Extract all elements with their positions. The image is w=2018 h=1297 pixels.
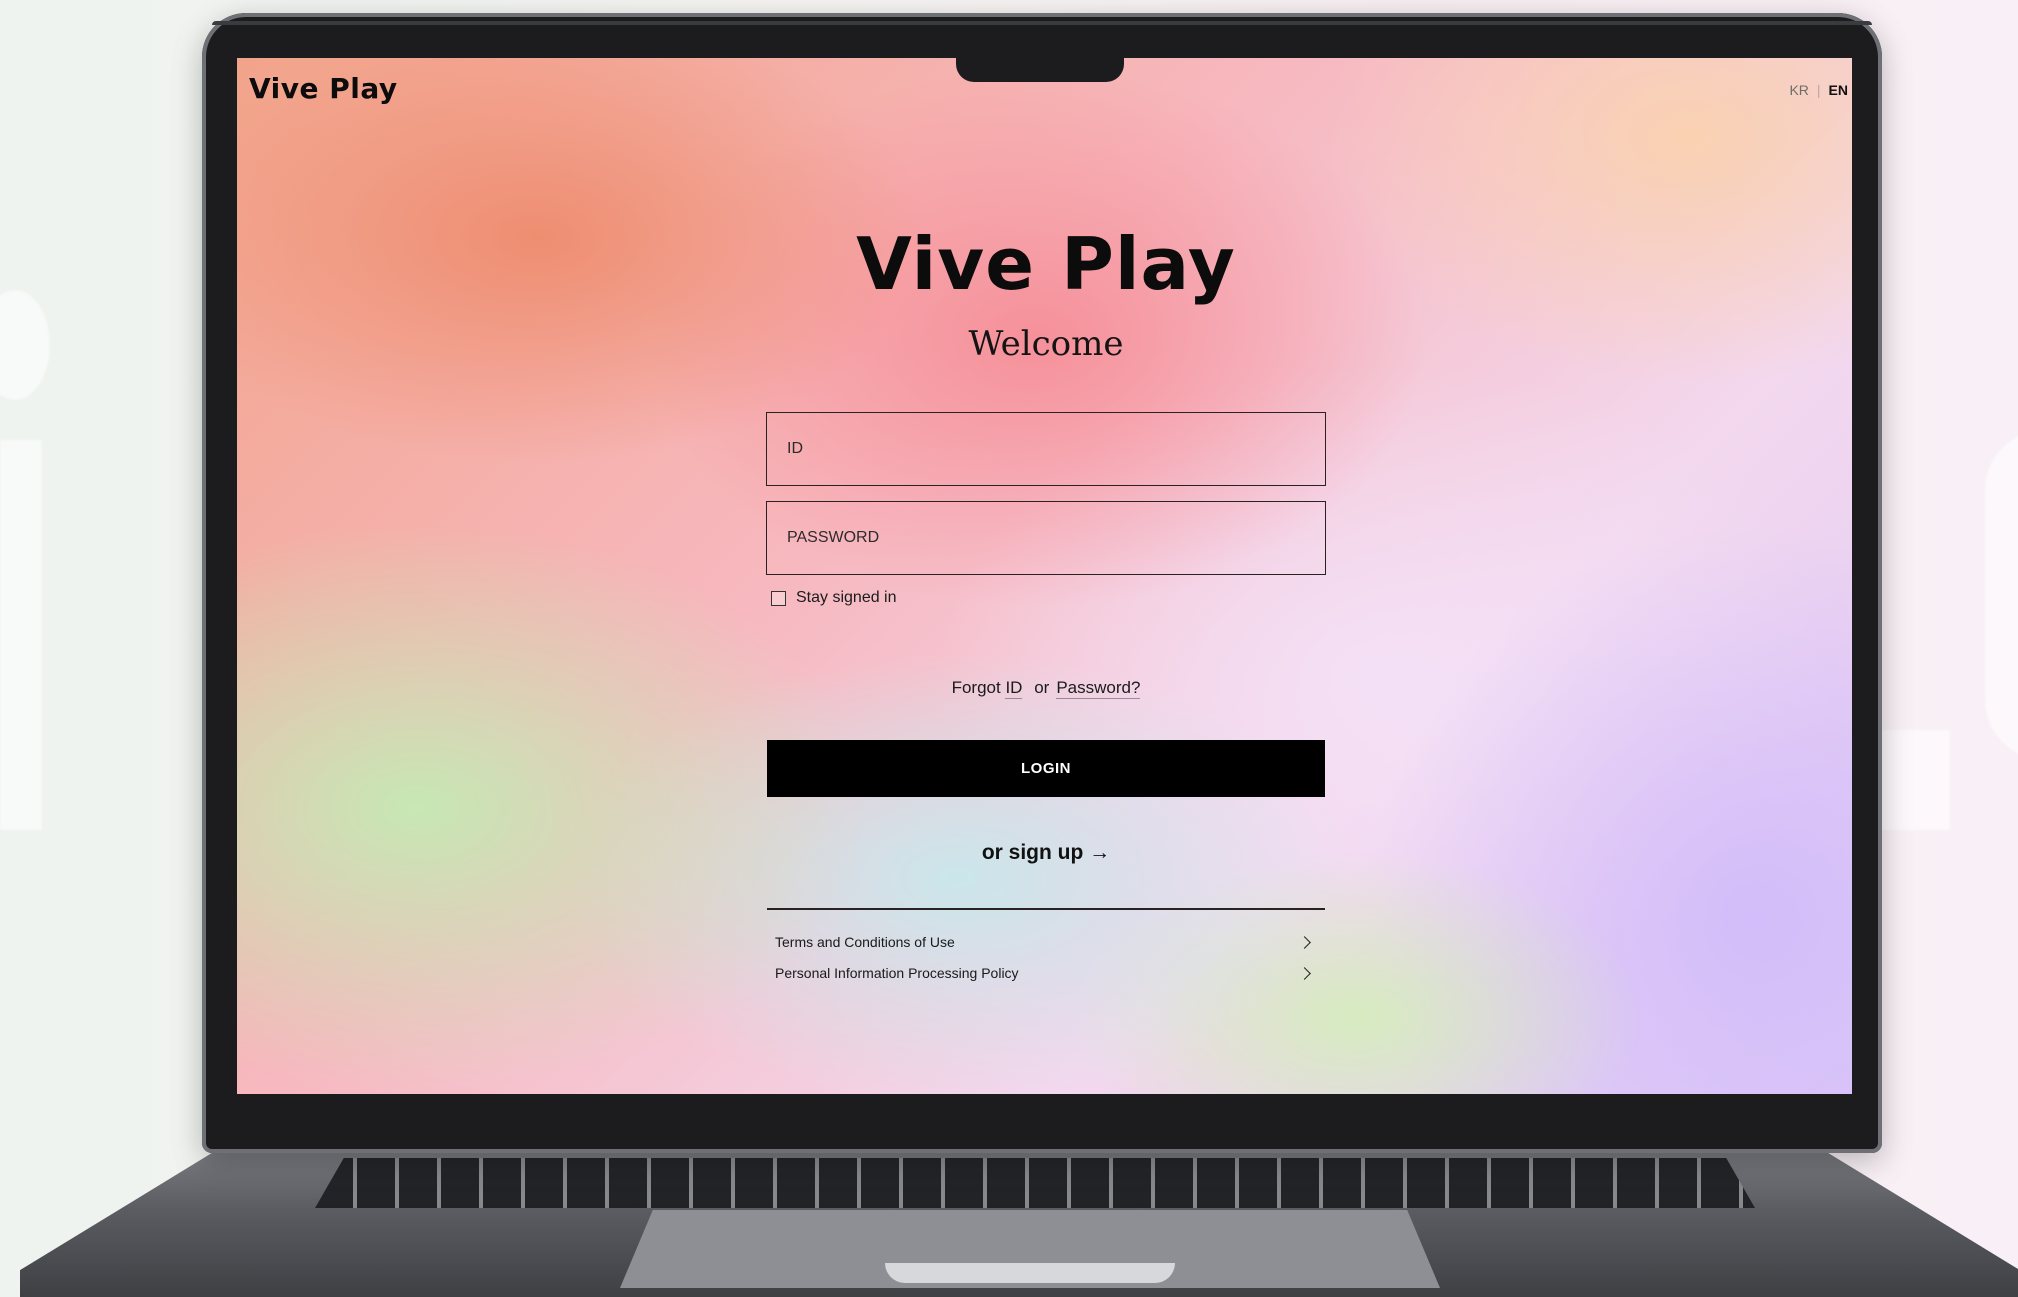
background-letter-shape: [1985, 430, 2018, 760]
header-logo[interactable]: Vive Play: [249, 72, 398, 105]
signup-link[interactable]: or sign up →: [766, 841, 1326, 865]
forgot-credentials: Forgot ID or Password?: [766, 678, 1326, 699]
password-input[interactable]: [766, 501, 1326, 575]
policy-link-privacy[interactable]: Personal Information Processing Policy: [775, 965, 1315, 981]
policy-link-terms[interactable]: Terms and Conditions of Use: [775, 934, 1315, 950]
promo-background: Vive Play KR | EN Vive Play Welcome Stay s…: [0, 0, 2018, 1297]
chevron-right-icon: [1298, 935, 1311, 949]
laptop-base-lip: [885, 1263, 1175, 1283]
background-letter-shape: [0, 290, 50, 400]
login-button[interactable]: LOGIN: [767, 740, 1325, 797]
stay-signed-in-row[interactable]: Stay signed in: [771, 589, 897, 607]
forgot-or: or: [1034, 678, 1050, 697]
camera-notch: [956, 58, 1124, 82]
login-title: Vive Play: [856, 222, 1236, 306]
forgot-prefix: Forgot: [951, 678, 1001, 697]
language-option-kr[interactable]: KR: [1789, 82, 1808, 98]
id-input[interactable]: [766, 412, 1326, 486]
divider: [767, 908, 1325, 910]
forgot-id-link[interactable]: ID: [1005, 678, 1023, 699]
language-switcher: KR | EN: [1789, 82, 1848, 98]
chevron-right-icon: [1298, 966, 1311, 980]
forgot-password-link[interactable]: Password?: [1056, 678, 1141, 699]
policy-label: Personal Information Processing Policy: [775, 965, 1019, 981]
policy-label: Terms and Conditions of Use: [775, 934, 955, 950]
background-letter-shape: [1880, 730, 1950, 830]
language-option-en[interactable]: EN: [1829, 82, 1848, 98]
welcome-heading: Welcome: [968, 324, 1124, 364]
background-letter-shape: [0, 440, 42, 830]
stay-signed-in-label: Stay signed in: [796, 589, 897, 606]
language-separator: |: [1816, 82, 1821, 98]
laptop-keyboard: [315, 1158, 1755, 1208]
stay-signed-in-checkbox[interactable]: [771, 590, 786, 606]
laptop-screen: Vive Play KR | EN Vive Play Welcome Stay s…: [237, 58, 1852, 1094]
